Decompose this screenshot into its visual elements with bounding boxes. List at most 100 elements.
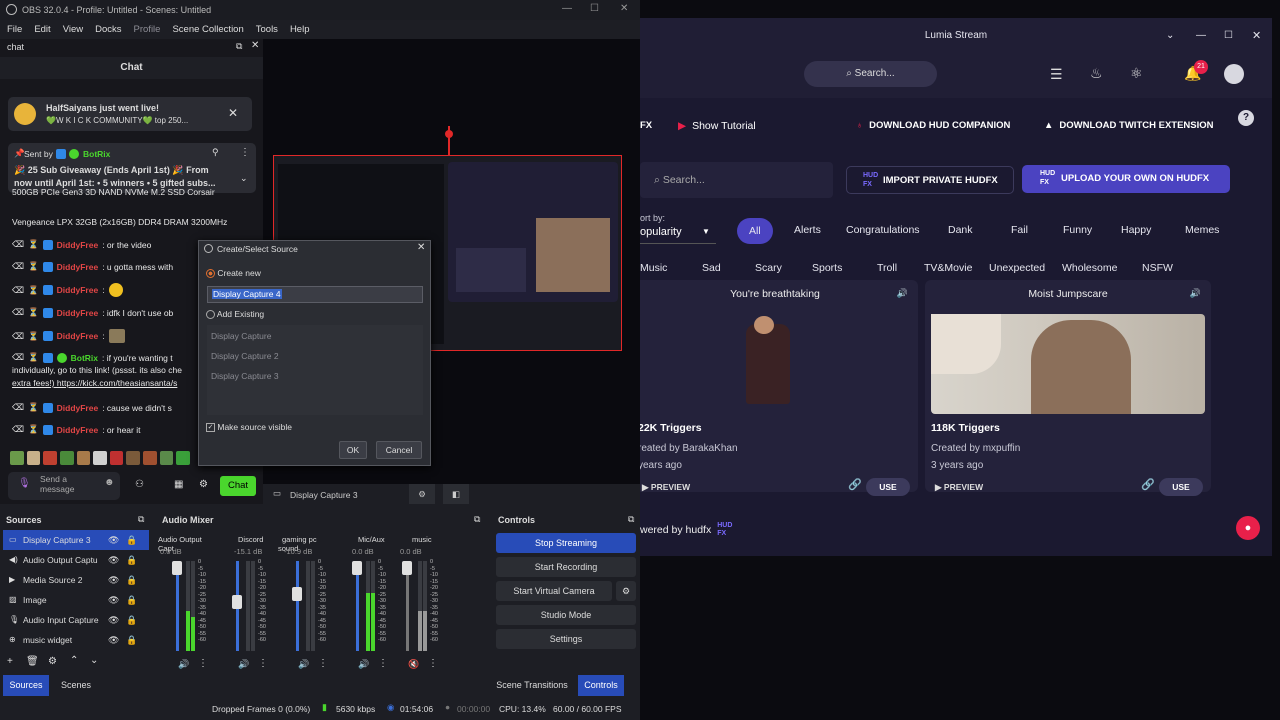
- speaker-icon[interactable]: 🔊: [238, 659, 249, 670]
- add-existing-radio[interactable]: Add Existing: [206, 309, 264, 320]
- speaker-icon[interactable]: 🔊: [1190, 288, 1201, 299]
- category-chip[interactable]: Memes: [1185, 224, 1219, 236]
- chevron-down-icon[interactable]: ⌄: [1166, 18, 1174, 54]
- menu-profile[interactable]: Profile: [134, 24, 161, 35]
- menu-edit[interactable]: Edit: [34, 24, 50, 35]
- emote-bar[interactable]: [10, 451, 191, 465]
- rotation-handle-knob[interactable]: [445, 130, 453, 138]
- emoji-icon[interactable]: ☻: [104, 478, 115, 488]
- speaker-icon[interactable]: 🔊: [358, 659, 369, 670]
- category-chip[interactable]: NSFW: [1142, 262, 1173, 274]
- mic-icon[interactable]: 🎙: [18, 479, 31, 489]
- upload-own-button[interactable]: HUD FX UPLOAD YOUR OWN ON HUDFX: [1022, 165, 1230, 193]
- category-chip[interactable]: Troll: [877, 262, 897, 274]
- menu-docks[interactable]: Docks: [95, 24, 121, 35]
- volume-knob[interactable]: [402, 561, 412, 575]
- chat-send-button[interactable]: Chat: [220, 476, 256, 496]
- category-chip[interactable]: All: [737, 218, 773, 244]
- pinned-user[interactable]: BotRix: [83, 149, 110, 159]
- import-private-button[interactable]: HUD FX IMPORT PRIVATE HUDFX: [846, 166, 1014, 194]
- more-icon[interactable]: ⋮: [428, 658, 438, 669]
- speaker-icon[interactable]: 🔊: [897, 288, 908, 299]
- show-tutorial-button[interactable]: ▶ Show Tutorial: [678, 120, 756, 132]
- source-item[interactable]: ▭ Display Capture 3 👁 🔒: [3, 530, 149, 550]
- source-item[interactable]: ⊕ music widget 👁 🔒: [3, 630, 149, 650]
- category-chip[interactable]: Music: [640, 262, 667, 274]
- tab-scenes[interactable]: Scenes: [54, 675, 98, 696]
- category-chip[interactable]: TV&Movie: [924, 262, 972, 274]
- close-icon[interactable]: ✕: [620, 3, 628, 14]
- category-chip[interactable]: Scary: [755, 262, 782, 274]
- dock-close-icon[interactable]: ✕: [251, 40, 259, 51]
- people-icon[interactable]: ⚇: [135, 479, 144, 490]
- arrow-up-icon[interactable]: ⌃: [70, 655, 78, 666]
- volume-slider[interactable]: [296, 561, 299, 651]
- start-recording-button[interactable]: Start Recording: [496, 557, 636, 577]
- category-chip[interactable]: Alerts: [794, 224, 821, 236]
- minimize-icon[interactable]: —: [1196, 18, 1206, 54]
- more-icon[interactable]: ⋮: [318, 658, 328, 669]
- muted-speaker-icon[interactable]: 🔇: [408, 659, 419, 670]
- hudfx-search-input[interactable]: ⌕ Search...: [640, 162, 833, 198]
- tab-fragment[interactable]: FX: [640, 120, 652, 131]
- hudfx-card[interactable]: You're breathtaking 🔊 22K Triggers reate…: [640, 280, 918, 496]
- add-icon[interactable]: +: [7, 656, 13, 667]
- menu-tools[interactable]: Tools: [256, 24, 278, 35]
- minimize-icon[interactable]: —: [562, 3, 572, 14]
- more-icon[interactable]: ⋮: [198, 658, 208, 669]
- volume-knob[interactable]: [172, 561, 182, 575]
- volume-knob[interactable]: [232, 595, 242, 609]
- lightbulb-icon[interactable]: ♨: [1090, 65, 1103, 82]
- trash-icon[interactable]: 🗑: [26, 656, 39, 667]
- menu-file[interactable]: File: [7, 24, 22, 35]
- filters-icon[interactable]: ◧: [443, 484, 469, 504]
- preview-button[interactable]: ▶ PREVIEW: [642, 482, 690, 493]
- list-item[interactable]: Display Capture 3: [211, 371, 279, 381]
- link-icon[interactable]: 🔗: [1141, 478, 1155, 491]
- ok-button[interactable]: OK: [339, 441, 367, 459]
- category-chip[interactable]: Dank: [948, 224, 973, 236]
- list-item[interactable]: Display Capture 2: [211, 351, 279, 361]
- close-icon[interactable]: ✕: [417, 242, 425, 253]
- chevron-down-icon[interactable]: ⌄: [240, 173, 248, 184]
- source-item[interactable]: 🎙 Audio Input Capture 👁 🔒: [3, 610, 149, 630]
- source-item[interactable]: ▨ Image 👁 🔒: [3, 590, 149, 610]
- connections-icon[interactable]: ⚛: [1130, 65, 1143, 82]
- speaker-icon[interactable]: 🔊: [178, 659, 189, 670]
- use-button[interactable]: USE: [1159, 478, 1203, 496]
- start-virtual-camera-button[interactable]: Start Virtual Camera: [496, 581, 612, 601]
- settings-button[interactable]: Settings: [496, 629, 636, 649]
- send-message-input[interactable]: 🎙 Send a message ☻: [8, 472, 120, 500]
- download-hud-button[interactable]: ♁ DOWNLOAD HUD COMPANION: [856, 120, 1010, 131]
- source-name-input[interactable]: Display Capture 4: [207, 286, 423, 303]
- link-icon[interactable]: 🔗: [848, 478, 862, 491]
- list-item[interactable]: Display Capture: [211, 331, 271, 341]
- pinned-message[interactable]: 📌 Sent by BotRix ⚲ ⋮ 🎉 25 Sub Giveaway (…: [8, 143, 256, 193]
- volume-knob[interactable]: [292, 587, 302, 601]
- tab-controls[interactable]: Controls: [578, 675, 624, 696]
- category-chip[interactable]: Fail: [1011, 224, 1028, 236]
- create-new-radio[interactable]: Create new: [206, 268, 261, 279]
- menu-view[interactable]: View: [63, 24, 83, 35]
- search-input[interactable]: ⌕ Search...: [804, 61, 937, 87]
- preview-button[interactable]: ▶ PREVIEW: [935, 482, 983, 493]
- sort-select[interactable]: opularity ▼: [640, 220, 716, 244]
- volume-knob[interactable]: [352, 561, 362, 575]
- float-icon[interactable]: ⧉: [628, 514, 634, 525]
- stop-streaming-button[interactable]: Stop Streaming: [496, 533, 636, 553]
- maximize-icon[interactable]: ☐: [1224, 18, 1233, 54]
- menu-scene-collection[interactable]: Scene Collection: [172, 24, 243, 35]
- hudfx-card[interactable]: Moist Jumpscare 🔊 118K Triggers Created …: [925, 280, 1211, 496]
- download-twitch-button[interactable]: ▲ DOWNLOAD TWITCH EXTENSION: [1044, 120, 1214, 131]
- maximize-icon[interactable]: ☐: [590, 3, 599, 14]
- category-chip[interactable]: Unexpected: [989, 262, 1045, 274]
- pin-icon[interactable]: ⚲: [212, 147, 219, 158]
- studio-mode-button[interactable]: Studio Mode: [496, 605, 636, 625]
- category-chip[interactable]: Happy: [1121, 224, 1151, 236]
- close-icon[interactable]: ✕: [1252, 18, 1261, 54]
- live-notification[interactable]: HalfSaiyans just went live! 💚W K I C K C…: [8, 97, 252, 131]
- float-icon[interactable]: ⧉: [236, 41, 242, 52]
- speaker-icon[interactable]: 🔊: [298, 659, 309, 670]
- close-icon[interactable]: ✕: [228, 106, 238, 120]
- help-icon[interactable]: ?: [1238, 110, 1254, 126]
